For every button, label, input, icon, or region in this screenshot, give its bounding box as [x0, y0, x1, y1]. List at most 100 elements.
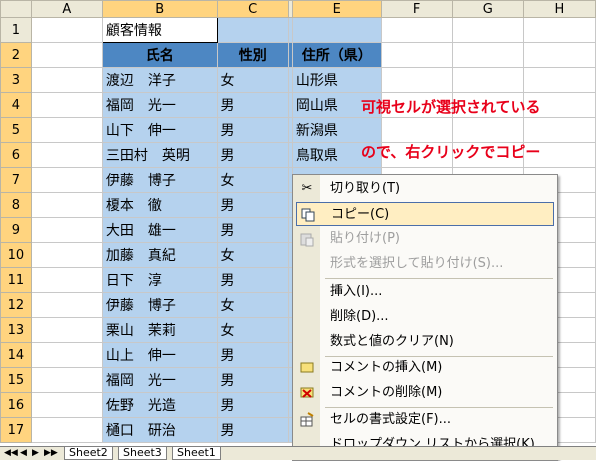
- cell-name[interactable]: 佐野 光造: [101, 392, 218, 418]
- row-header[interactable]: 6: [0, 142, 32, 168]
- cell-h[interactable]: [522, 117, 596, 143]
- cell-f[interactable]: [380, 67, 453, 93]
- row-header[interactable]: 3: [0, 67, 32, 93]
- cell-a[interactable]: [30, 142, 103, 168]
- cell-a[interactable]: [30, 242, 103, 268]
- cell-name[interactable]: 加藤 真紀: [101, 242, 218, 268]
- cell-a[interactable]: [30, 167, 103, 193]
- row-header[interactable]: 15: [0, 367, 32, 393]
- sheet-tab-sheet2[interactable]: Sheet2: [64, 447, 113, 460]
- row-header[interactable]: 1: [0, 17, 32, 43]
- cell-name[interactable]: 榎本 徹: [101, 192, 218, 218]
- cell-name[interactable]: 大田 雄一: [101, 217, 218, 243]
- cell-e[interactable]: [291, 17, 382, 43]
- cell-a[interactable]: [30, 192, 103, 218]
- cell-gender[interactable]: 女: [216, 167, 289, 193]
- cell-g[interactable]: [451, 17, 524, 43]
- menu-item-copy[interactable]: コピー(C): [296, 202, 554, 226]
- cell-gender[interactable]: 男: [216, 417, 289, 443]
- column-header[interactable]: A: [30, 0, 103, 18]
- row-header[interactable]: 12: [0, 292, 32, 318]
- menu-item-insert-comment[interactable]: コメントの挿入(M): [293, 356, 557, 380]
- cell-name[interactable]: 伊藤 博子: [101, 167, 218, 193]
- cell-gender[interactable]: 男: [216, 117, 289, 143]
- cell-title[interactable]: 顧客情報: [101, 17, 218, 43]
- cell-name[interactable]: 日下 淳: [101, 267, 218, 293]
- column-header[interactable]: H: [522, 0, 596, 18]
- row-header[interactable]: 7: [0, 167, 32, 193]
- menu-item-cut[interactable]: ✂ 切り取り(T): [293, 177, 557, 201]
- cell-name[interactable]: 山下 伸一: [101, 117, 218, 143]
- menu-item-insert[interactable]: 挿入(I)...: [293, 280, 557, 304]
- next-sheet-nav-icon[interactable]: ▶: [32, 447, 39, 459]
- select-all-corner[interactable]: [0, 0, 32, 18]
- cell-a[interactable]: [30, 117, 103, 143]
- menu-item-paste[interactable]: 貼り付け(P): [293, 227, 557, 251]
- cell-gender[interactable]: 男: [216, 342, 289, 368]
- column-header[interactable]: B: [101, 0, 218, 18]
- cell-a[interactable]: [30, 392, 103, 418]
- column-header[interactable]: G: [451, 0, 524, 18]
- menu-item-clear[interactable]: 数式と値のクリア(N): [293, 330, 557, 354]
- cell-f[interactable]: [380, 17, 453, 43]
- cell-a[interactable]: [30, 67, 103, 93]
- row-header[interactable]: 4: [0, 92, 32, 118]
- cell-a[interactable]: [30, 417, 103, 443]
- first-sheet-nav-icon[interactable]: ◀◀: [4, 447, 18, 459]
- column-header[interactable]: C: [216, 0, 289, 18]
- cell-gender[interactable]: 女: [216, 242, 289, 268]
- cell-a[interactable]: [30, 92, 103, 118]
- cell-gender[interactable]: 女: [216, 67, 289, 93]
- cell-f[interactable]: [380, 117, 453, 143]
- cell-pref[interactable]: 新潟県: [291, 117, 382, 143]
- cell-gender[interactable]: 女: [216, 292, 289, 318]
- prev-sheet-nav-icon[interactable]: ◀: [20, 447, 27, 459]
- cell-a[interactable]: [30, 267, 103, 293]
- row-header[interactable]: 17: [0, 417, 32, 443]
- cell-a[interactable]: [30, 367, 103, 393]
- cell-g[interactable]: [451, 117, 524, 143]
- cell-gender[interactable]: 男: [216, 92, 289, 118]
- cell-a[interactable]: [30, 292, 103, 318]
- header-address[interactable]: 住所（県）: [291, 42, 382, 68]
- cell-a[interactable]: [30, 317, 103, 343]
- row-header[interactable]: 5: [0, 117, 32, 143]
- cell-name[interactable]: 渡辺 洋子: [101, 67, 218, 93]
- cell-a[interactable]: [30, 217, 103, 243]
- cell-name[interactable]: 伊藤 博子: [101, 292, 218, 318]
- cell-name[interactable]: 三田村 英明: [101, 142, 218, 168]
- sheet-tab-sheet1[interactable]: Sheet1: [172, 447, 221, 460]
- cell-name[interactable]: 福岡 光一: [101, 367, 218, 393]
- cell-gender[interactable]: 男: [216, 392, 289, 418]
- cell-gender[interactable]: 男: [216, 217, 289, 243]
- row-header[interactable]: 10: [0, 242, 32, 268]
- column-header[interactable]: F: [380, 0, 453, 18]
- cell-c[interactable]: [216, 17, 289, 43]
- menu-item-paste-special[interactable]: 形式を選択して貼り付け(S)...: [293, 252, 557, 276]
- cell-a[interactable]: [30, 17, 103, 43]
- cell-gender[interactable]: 男: [216, 367, 289, 393]
- menu-item-delete-comment[interactable]: コメントの削除(M): [293, 381, 557, 405]
- cell-a[interactable]: [30, 42, 103, 68]
- cell-f[interactable]: [380, 42, 453, 68]
- header-gender[interactable]: 性別: [216, 42, 289, 68]
- cell-name[interactable]: 山上 伸一: [101, 342, 218, 368]
- row-header[interactable]: 11: [0, 267, 32, 293]
- cell-pref[interactable]: 山形県: [291, 67, 382, 93]
- cell-h[interactable]: [522, 42, 596, 68]
- menu-item-delete[interactable]: 削除(D)...: [293, 305, 557, 329]
- row-header[interactable]: 13: [0, 317, 32, 343]
- row-header[interactable]: 2: [0, 42, 32, 68]
- cell-h[interactable]: [522, 17, 596, 43]
- column-header[interactable]: E: [291, 0, 382, 18]
- cell-gender[interactable]: 男: [216, 142, 289, 168]
- row-header[interactable]: 9: [0, 217, 32, 243]
- sheet-tab-sheet3[interactable]: Sheet3: [118, 447, 167, 460]
- cell-gender[interactable]: 女: [216, 317, 289, 343]
- row-header[interactable]: 8: [0, 192, 32, 218]
- cell-name[interactable]: 樋口 研治: [101, 417, 218, 443]
- cell-g[interactable]: [451, 42, 524, 68]
- last-sheet-nav-icon[interactable]: ▶▶: [44, 447, 58, 459]
- row-header[interactable]: 14: [0, 342, 32, 368]
- cell-h[interactable]: [522, 67, 596, 93]
